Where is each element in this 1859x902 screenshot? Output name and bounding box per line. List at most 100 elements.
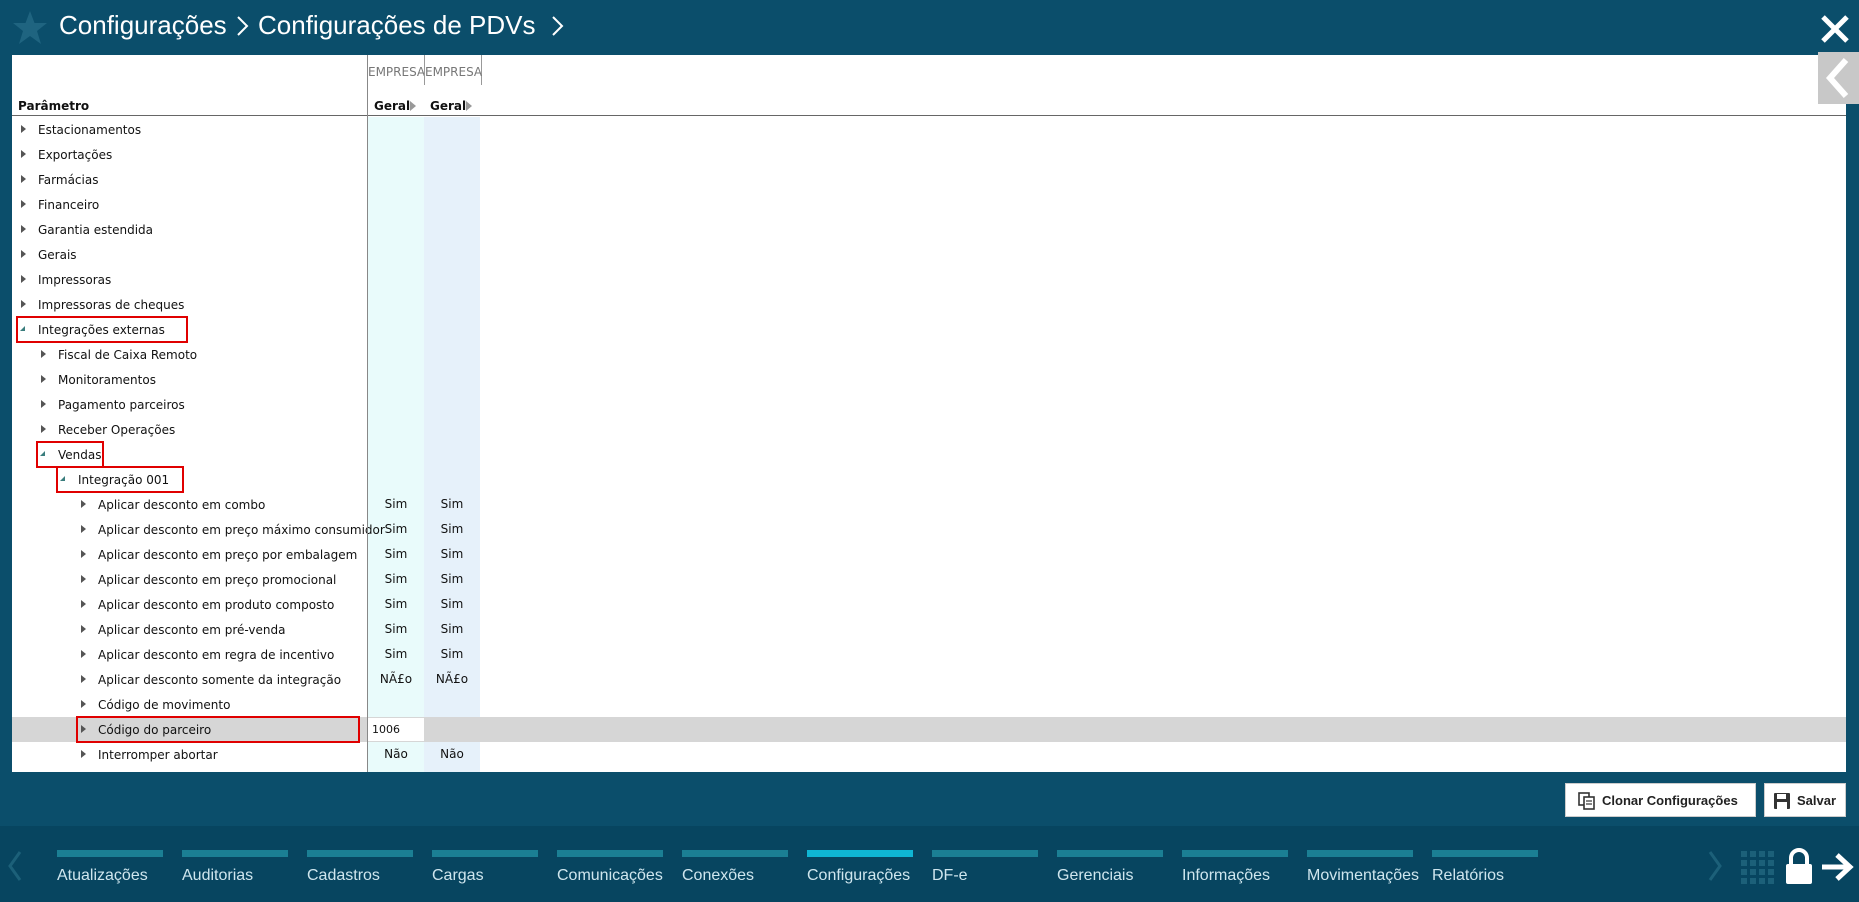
row-value-col1[interactable]: NÃ£o [368, 672, 424, 686]
collapsed-arrow-icon[interactable] [21, 250, 26, 258]
nav-item[interactable]: Atualizações [57, 850, 163, 898]
row-value-col2[interactable]: NÃ£o [424, 672, 480, 686]
tree-row[interactable]: Aplicar desconto em combo Sim Sim [12, 492, 1846, 517]
collapsed-arrow-icon[interactable] [21, 275, 26, 283]
collapsed-arrow-icon[interactable] [21, 225, 26, 233]
row-value-col1[interactable]: Sim [368, 522, 424, 536]
nav-item[interactable]: Informações [1182, 850, 1288, 898]
tree-row[interactable]: Garantia estendida [12, 217, 1846, 242]
nav-item[interactable]: Conexões [682, 850, 788, 898]
tree-row[interactable]: Monitoramentos [12, 367, 1846, 392]
collapsed-arrow-icon[interactable] [81, 750, 86, 758]
tree-row[interactable]: Vendas [12, 441, 1846, 468]
tree-row[interactable]: Exportações [12, 142, 1846, 167]
collapsed-arrow-icon[interactable] [21, 200, 26, 208]
tree-row[interactable]: Código de movimento [12, 692, 1846, 717]
favorite-star-icon[interactable] [10, 8, 50, 48]
row-value-col2[interactable]: Sim [424, 497, 480, 511]
row-value-col1[interactable]: Não [368, 747, 424, 761]
tree-row[interactable]: Integrações externas [12, 316, 1846, 343]
nav-item[interactable]: Configurações [807, 850, 913, 898]
tree-row[interactable]: Aplicar desconto somente da integração NÃ… [12, 667, 1846, 692]
tree-row[interactable]: Impressoras [12, 267, 1846, 292]
nav-item[interactable]: Comunicações [557, 850, 663, 898]
nav-item[interactable]: Gerenciais [1057, 850, 1163, 898]
collapsed-arrow-icon[interactable] [21, 150, 26, 158]
tree-row[interactable]: Aplicar desconto em regra de incentivo Si… [12, 642, 1846, 667]
nav-item[interactable]: Relatórios [1432, 850, 1538, 898]
tree-row[interactable]: Interromper abortar Não Não [12, 742, 1846, 767]
row-value-col1[interactable]: Sim [368, 497, 424, 511]
collapsed-arrow-icon[interactable] [81, 500, 86, 508]
side-panel-toggle[interactable] [1818, 52, 1859, 104]
row-value-col2[interactable]: Sim [424, 572, 480, 586]
collapsed-arrow-icon[interactable] [81, 600, 86, 608]
collapsed-arrow-icon[interactable] [81, 525, 86, 533]
nav-item[interactable]: Cadastros [307, 850, 413, 898]
collapsed-arrow-icon[interactable] [21, 125, 26, 133]
column-header-geral-1[interactable]: Geral [368, 85, 424, 115]
tree-row[interactable]: Aplicar desconto em preço máximo consumi… [12, 517, 1846, 542]
nav-item[interactable]: DF-e [932, 850, 1038, 898]
tree-row[interactable]: Gerais [12, 242, 1846, 267]
collapsed-arrow-icon[interactable] [81, 550, 86, 558]
row-value-col1[interactable]: Sim [368, 597, 424, 611]
tree-row[interactable]: Aplicar desconto em pré-venda Sim Sim [12, 617, 1846, 642]
nav-prev-icon[interactable] [6, 848, 24, 884]
breadcrumb-configuracoes-pdvs[interactable]: Configurações de PDVs [258, 9, 535, 41]
nav-item-bar [57, 850, 163, 857]
tree-row-label: Aplicar desconto em preço por embalagem [98, 548, 358, 562]
row-value-col2[interactable]: Sim [424, 522, 480, 536]
row-value-col1[interactable]: Sim [368, 622, 424, 636]
tree-row[interactable]: Aplicar desconto em produto composto Sim S… [12, 592, 1846, 617]
collapsed-arrow-icon[interactable] [21, 300, 26, 308]
collapsed-arrow-icon[interactable] [21, 175, 26, 183]
collapsed-arrow-icon[interactable] [81, 625, 86, 633]
tree-row[interactable]: Farmácias [12, 167, 1846, 192]
nav-next-icon[interactable] [1706, 848, 1724, 884]
nav-item[interactable]: Movimentações [1307, 850, 1419, 898]
nav-item[interactable]: Auditorias [182, 850, 288, 898]
clone-configurations-button[interactable]: Clonar Configurações [1565, 783, 1756, 817]
tree-row[interactable]: Receber Operações [12, 417, 1846, 442]
tree-row[interactable]: Pagamento parceiros [12, 392, 1846, 417]
breadcrumb-configuracoes[interactable]: Configurações [59, 9, 227, 41]
partner-code-input[interactable]: 1006 [368, 718, 424, 741]
row-value-col2[interactable]: Sim [424, 597, 480, 611]
row-value-col1[interactable]: Sim [368, 647, 424, 661]
tree-row[interactable]: Aplicar desconto em preço por embalagem S… [12, 542, 1846, 567]
lock-icon[interactable] [1784, 848, 1814, 886]
logout-arrow-icon[interactable] [1820, 850, 1854, 884]
nav-item-bar [1057, 850, 1163, 857]
save-button[interactable]: Salvar [1764, 783, 1846, 817]
collapsed-arrow-icon[interactable] [41, 375, 46, 383]
row-value-col2[interactable]: Sim [424, 647, 480, 661]
collapsed-arrow-icon[interactable] [41, 350, 46, 358]
collapsed-arrow-icon[interactable] [41, 425, 46, 433]
collapsed-arrow-icon[interactable] [81, 650, 86, 658]
tree-row[interactable]: Fiscal de Caixa Remoto [12, 342, 1846, 367]
collapsed-arrow-icon[interactable] [81, 675, 86, 683]
row-value-col2[interactable]: Sim [424, 547, 480, 561]
row-value-col2[interactable]: Sim [424, 622, 480, 636]
collapsed-arrow-icon[interactable] [41, 400, 46, 408]
tree-row[interactable]: Aplicar desconto em preço promocional Sim… [12, 567, 1846, 592]
tree-row[interactable]: Estacionamentos [12, 117, 1846, 142]
row-value-col1[interactable]: Sim [368, 547, 424, 561]
nav-item-bar [557, 850, 663, 857]
tree-row[interactable]: Integração 001 [12, 466, 1846, 493]
row-value-col1[interactable]: Sim [368, 572, 424, 586]
tree-row[interactable]: Impressoras de cheques [12, 292, 1846, 317]
tree-row[interactable]: Código do parceiro 1006 [12, 716, 1846, 743]
tree-row-label: Garantia estendida [38, 223, 154, 237]
column-header-geral-2[interactable]: Geral [424, 85, 480, 115]
apps-grid-icon[interactable] [1740, 850, 1774, 884]
row-value-col2[interactable]: Não [424, 747, 480, 761]
tree-row[interactable]: Financeiro [12, 192, 1846, 217]
nav-item[interactable]: Cargas [432, 850, 538, 898]
close-icon[interactable] [1818, 12, 1852, 46]
column-expand-icon[interactable] [410, 101, 416, 111]
collapsed-arrow-icon[interactable] [81, 700, 86, 708]
collapsed-arrow-icon[interactable] [81, 575, 86, 583]
column-expand-icon[interactable] [466, 101, 472, 111]
